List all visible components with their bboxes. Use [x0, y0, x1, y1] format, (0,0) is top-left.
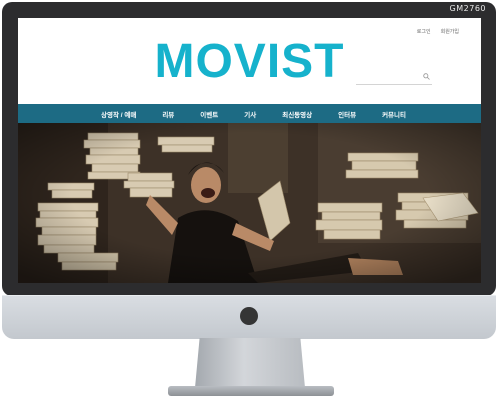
monitor-model-tag: GM2760 — [449, 4, 486, 13]
nav-item-videos[interactable]: 최신동영상 — [282, 109, 312, 119]
nav-item-community[interactable]: 커뮤니티 — [382, 109, 406, 119]
utility-links: 로그인 회원가입 — [417, 28, 459, 35]
nav-item-articles[interactable]: 기사 — [244, 109, 256, 119]
login-link[interactable]: 로그인 — [417, 28, 431, 35]
monitor-logo-dot — [240, 307, 258, 325]
main-navigation: 상영작 / 예매 리뷰 이벤트 기사 최신동영상 인터뷰 커뮤니티 — [18, 104, 481, 123]
movie-still-image — [18, 123, 481, 283]
nav-item-interviews[interactable]: 인터뷰 — [338, 109, 356, 119]
monitor-screen: 로그인 회원가입 MOVIST 상영작 / 예매 리뷰 이벤트 기사 최신동영상… — [18, 18, 481, 283]
monitor-stand-neck — [194, 338, 306, 390]
monitor-stand-foot — [168, 386, 334, 396]
search-box[interactable] — [356, 72, 432, 90]
nav-item-showtimes[interactable]: 상영작 / 예매 — [101, 109, 136, 119]
search-icon[interactable] — [423, 73, 430, 80]
nav-item-events[interactable]: 이벤트 — [200, 109, 218, 119]
nav-item-reviews[interactable]: 리뷰 — [162, 109, 174, 119]
hero-image[interactable] — [18, 123, 481, 283]
signup-link[interactable]: 회원가입 — [441, 28, 459, 35]
search-input[interactable] — [356, 78, 416, 90]
